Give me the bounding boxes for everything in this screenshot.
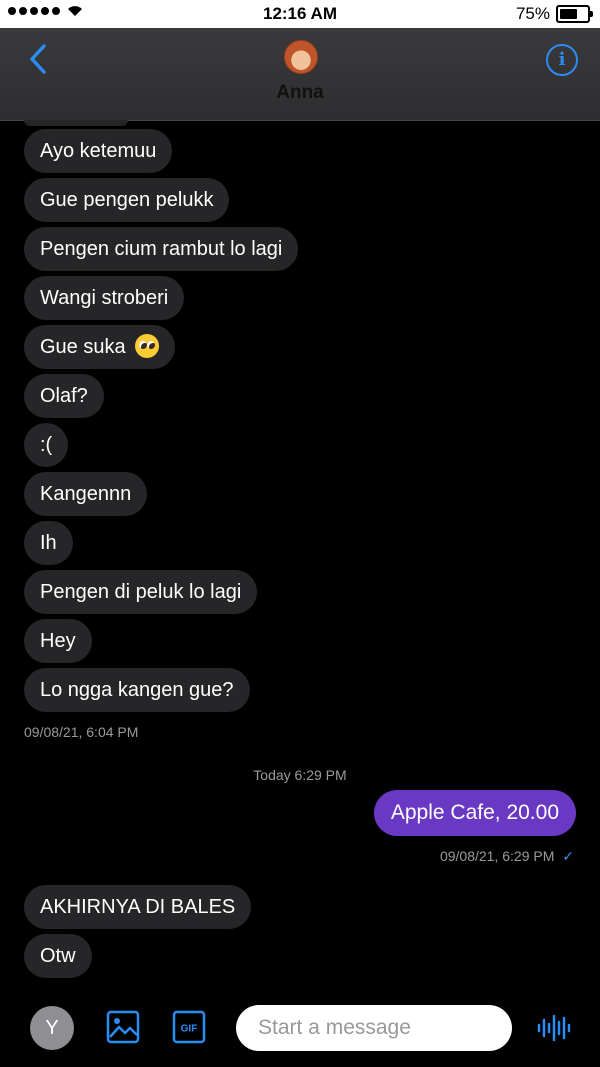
received-message[interactable]: Pengen cium rambut lo lagi bbox=[24, 227, 299, 271]
message-composer: Y GIF bbox=[0, 990, 600, 1067]
message-timestamp: 09/08/21, 6:29 PM bbox=[439, 848, 555, 864]
message-timestamp: 09/08/21, 6:04 PM bbox=[24, 724, 139, 740]
clipped-message-bubble bbox=[24, 120, 128, 126]
contact-name[interactable]: Anna bbox=[0, 82, 600, 104]
checkmark-icon: ✓ bbox=[562, 848, 574, 864]
received-message[interactable]: Otw bbox=[24, 934, 92, 978]
image-icon[interactable] bbox=[106, 1010, 140, 1044]
received-message[interactable]: Hey bbox=[24, 619, 92, 663]
sent-message[interactable]: Apple Cafe, 20.00 bbox=[373, 790, 576, 836]
user-avatar[interactable]: Y bbox=[30, 1006, 74, 1050]
received-message[interactable]: Ih bbox=[24, 521, 73, 565]
message-text: Gue suka bbox=[40, 336, 126, 358]
received-message[interactable]: :( bbox=[24, 423, 69, 467]
received-message[interactable]: Gue pengen pelukk bbox=[24, 178, 230, 222]
received-message[interactable]: AKHIRNYA DI BALES bbox=[24, 885, 252, 929]
sent-message-meta: 09/08/21, 6:29 PM ✓ bbox=[440, 848, 574, 865]
battery-icon bbox=[556, 5, 593, 23]
received-message[interactable]: Ayo ketemuu bbox=[24, 129, 173, 173]
message-input[interactable] bbox=[236, 1005, 512, 1051]
info-icon[interactable]: i bbox=[546, 44, 578, 76]
day-divider: Today 6:29 PM bbox=[253, 767, 347, 783]
pleading-face-emoji-icon bbox=[135, 333, 160, 358]
svg-text:GIF: GIF bbox=[181, 1024, 198, 1035]
received-message[interactable]: Wangi stroberi bbox=[24, 276, 185, 320]
status-bar: 12:16 AM 75% bbox=[0, 0, 600, 28]
received-message[interactable]: Gue suka bbox=[24, 325, 176, 369]
received-message[interactable]: Kangennn bbox=[24, 472, 148, 516]
voice-waveform-icon[interactable] bbox=[536, 1012, 572, 1044]
chevron-left-icon[interactable] bbox=[24, 42, 52, 76]
contact-avatar[interactable] bbox=[284, 40, 318, 74]
battery-percent: 75% bbox=[515, 4, 550, 23]
received-message[interactable]: Pengen di peluk lo lagi bbox=[24, 570, 258, 614]
status-time: 12:16 AM bbox=[262, 4, 337, 23]
received-message[interactable]: Lo ngga kangen gue? bbox=[24, 668, 250, 712]
received-message[interactable]: Olaf? bbox=[24, 374, 104, 418]
conversation-header: Anna i bbox=[0, 28, 600, 121]
gif-icon[interactable]: GIF bbox=[172, 1010, 206, 1044]
